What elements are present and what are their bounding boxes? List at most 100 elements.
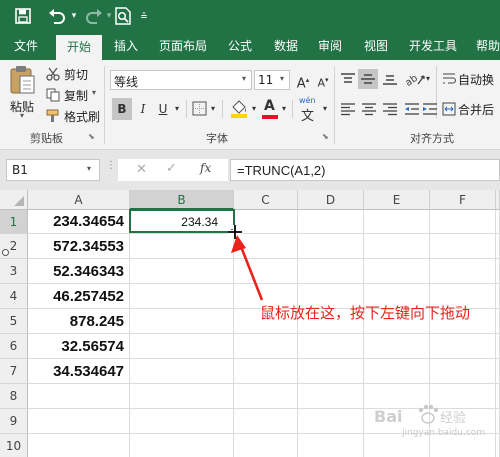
grid-cell[interactable] bbox=[234, 359, 298, 384]
decrease-indent-button[interactable] bbox=[404, 102, 420, 119]
tab-file[interactable]: 文件 bbox=[6, 32, 46, 60]
wrap-text-button[interactable]: 自动换 bbox=[442, 69, 500, 89]
increase-indent-button[interactable] bbox=[422, 102, 438, 119]
cancel-icon[interactable]: ✕ bbox=[136, 162, 147, 177]
grid-cell[interactable] bbox=[130, 434, 234, 457]
bold-button[interactable]: B bbox=[112, 98, 132, 120]
orientation-dropdown-icon[interactable]: ▾ bbox=[424, 72, 432, 86]
grid-cell[interactable] bbox=[298, 409, 364, 434]
row-header[interactable]: 6 bbox=[0, 334, 28, 359]
grid-cell[interactable] bbox=[430, 210, 496, 234]
select-all-button[interactable] bbox=[0, 190, 28, 210]
grid-cell[interactable] bbox=[496, 409, 500, 434]
column-header-g[interactable] bbox=[496, 190, 500, 210]
italic-button[interactable]: I bbox=[134, 98, 152, 120]
merge-center-button[interactable]: 合并后 bbox=[442, 99, 500, 119]
grid-cell[interactable] bbox=[298, 259, 364, 284]
grid-cell[interactable] bbox=[496, 210, 500, 234]
grid-cell[interactable] bbox=[364, 359, 430, 384]
grid-cell[interactable] bbox=[298, 234, 364, 259]
row-header[interactable]: 3 bbox=[0, 259, 28, 284]
grid-cell[interactable] bbox=[130, 359, 234, 384]
grid-cell[interactable] bbox=[430, 359, 496, 384]
grid-cell[interactable] bbox=[496, 309, 500, 334]
column-header-b[interactable]: B bbox=[130, 190, 234, 210]
tab-insert[interactable]: 插入 bbox=[108, 32, 144, 60]
column-header-c[interactable]: C bbox=[234, 190, 298, 210]
customize-icon[interactable]: ⩮ bbox=[138, 6, 150, 26]
font-name-select[interactable]: 等线 ▾ bbox=[110, 70, 252, 90]
tab-formulas[interactable]: 公式 bbox=[222, 32, 258, 60]
grid-cell[interactable] bbox=[234, 434, 298, 457]
grid-cell[interactable] bbox=[430, 234, 496, 259]
increase-font-size-button[interactable]: A▴ bbox=[294, 70, 312, 91]
grid-cell[interactable] bbox=[496, 259, 500, 284]
grid-cell[interactable] bbox=[496, 359, 500, 384]
column-header-d[interactable]: D bbox=[298, 190, 364, 210]
orientation-button[interactable]: ab bbox=[403, 70, 426, 91]
grid-cell[interactable] bbox=[234, 409, 298, 434]
grid-cell[interactable] bbox=[130, 334, 234, 359]
align-center-button[interactable] bbox=[361, 102, 377, 119]
align-right-button[interactable] bbox=[382, 102, 398, 119]
save-icon[interactable] bbox=[12, 6, 34, 26]
copy-dropdown-icon[interactable]: ▾ bbox=[92, 88, 96, 97]
font-color-button[interactable]: A bbox=[262, 98, 278, 120]
grid-cell[interactable] bbox=[298, 334, 364, 359]
grid-cell[interactable] bbox=[496, 284, 500, 309]
fill-color-button[interactable] bbox=[230, 99, 248, 121]
column-header-f[interactable]: F bbox=[430, 190, 496, 210]
decrease-font-size-button[interactable]: A▾ bbox=[314, 70, 332, 90]
paste-dropdown-icon[interactable]: ▾ bbox=[20, 111, 24, 120]
grid-cell[interactable] bbox=[130, 284, 234, 309]
underline-dropdown-icon[interactable]: ▾ bbox=[172, 100, 182, 118]
grid-cell[interactable] bbox=[496, 334, 500, 359]
grid-cell[interactable] bbox=[130, 409, 234, 434]
grid-cell[interactable] bbox=[298, 359, 364, 384]
grid-cell[interactable] bbox=[496, 234, 500, 259]
row-header[interactable]: 9 bbox=[0, 409, 28, 434]
enter-icon[interactable]: ✓ bbox=[166, 161, 177, 176]
tab-help[interactable]: 帮助 bbox=[470, 32, 500, 60]
row-header[interactable]: 5 bbox=[0, 309, 28, 334]
undo-icon[interactable] bbox=[44, 6, 70, 26]
row-header[interactable]: 4 bbox=[0, 284, 28, 309]
tab-view[interactable]: 视图 bbox=[358, 32, 394, 60]
grid-cell[interactable] bbox=[130, 259, 234, 284]
grid-cell[interactable] bbox=[496, 434, 500, 457]
grid-cell[interactable] bbox=[130, 384, 234, 409]
font-size-select[interactable]: 11 ▾ bbox=[254, 70, 290, 90]
grid-cell[interactable] bbox=[430, 334, 496, 359]
phonetic-dropdown-icon[interactable]: ▾ bbox=[320, 100, 330, 118]
column-header-e[interactable]: E bbox=[364, 190, 430, 210]
formula-input[interactable]: =TRUNC(A1,2) bbox=[230, 159, 500, 181]
paste-button[interactable]: 粘贴 ▾ bbox=[6, 64, 40, 122]
grid-cell[interactable] bbox=[298, 384, 364, 409]
grid-cell[interactable] bbox=[234, 384, 298, 409]
grid-cell[interactable] bbox=[28, 384, 130, 409]
grid-cell[interactable] bbox=[364, 234, 430, 259]
grid-cell[interactable] bbox=[234, 210, 298, 234]
grid-cell[interactable] bbox=[298, 210, 364, 234]
phonetic-guide-button[interactable]: wén 文 bbox=[298, 96, 322, 124]
align-middle-button[interactable] bbox=[358, 69, 378, 89]
column-header-a[interactable]: A bbox=[28, 190, 130, 210]
align-top-button[interactable] bbox=[340, 72, 356, 89]
tab-data[interactable]: 数据 bbox=[268, 32, 304, 60]
grid-cell[interactable] bbox=[28, 434, 130, 457]
clipboard-launcher-icon[interactable]: ⬊ bbox=[88, 132, 95, 141]
borders-button[interactable] bbox=[192, 101, 207, 119]
borders-dropdown-icon[interactable]: ▾ bbox=[208, 100, 218, 118]
grid-cell[interactable] bbox=[364, 259, 430, 284]
font-launcher-icon[interactable]: ⬊ bbox=[322, 132, 329, 141]
font-color-dropdown-icon[interactable]: ▾ bbox=[279, 100, 289, 118]
grid-cell[interactable] bbox=[28, 409, 130, 434]
tab-review[interactable]: 审阅 bbox=[312, 32, 348, 60]
align-left-button[interactable] bbox=[340, 102, 356, 119]
selected-cell-b1[interactable] bbox=[129, 209, 235, 233]
fill-color-dropdown-icon[interactable]: ▾ bbox=[249, 100, 259, 118]
tab-developer[interactable]: 开发工具 bbox=[404, 32, 462, 60]
print-preview-icon[interactable] bbox=[112, 6, 134, 26]
redo-icon[interactable] bbox=[82, 6, 106, 26]
row-header[interactable]: 1 bbox=[0, 210, 28, 234]
